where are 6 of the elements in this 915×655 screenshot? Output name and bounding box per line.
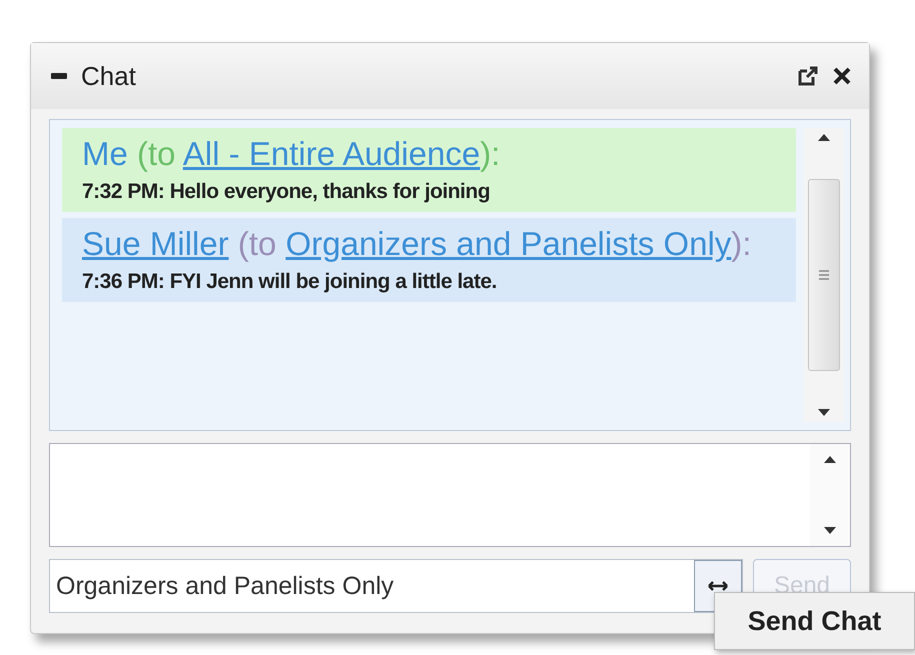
window-title: Chat: [81, 60, 137, 92]
message-header: Me (to All - Entire Audience):: [82, 134, 502, 174]
message-text: 7:36 PM: FYI Jenn will be joining a little late.: [82, 270, 498, 294]
message-text: 7:32 PM: Hello everyone, thanks for joining: [82, 180, 491, 204]
tooltip: Send Chat: [714, 592, 915, 650]
message-header: Sue Miller (to Organizers and Panelists Only):: [82, 224, 752, 264]
